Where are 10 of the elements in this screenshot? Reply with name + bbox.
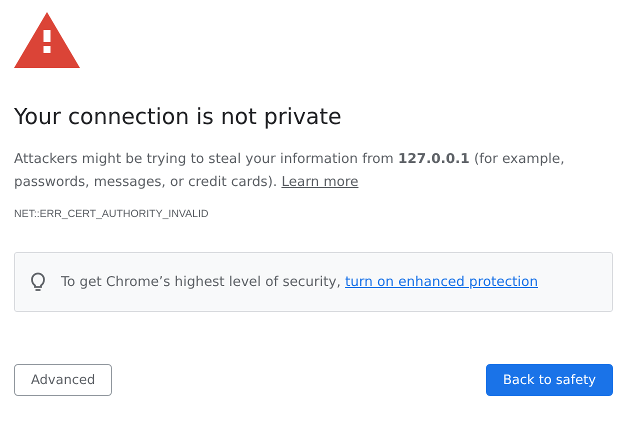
warning-message: Attackers might be trying to steal your information from 127.0.0.1 (for example, passwords, messages, or credit cards). Learn more bbox=[14, 150, 566, 192]
error-code: NET::ERR_CERT_AUTHORITY_INVALID bbox=[14, 208, 208, 220]
page-heading: Your connection is not private bbox=[14, 104, 343, 132]
warning-icon bbox=[14, 12, 80, 68]
back-to-safety-button[interactable]: Back to safety bbox=[486, 364, 613, 396]
advanced-button[interactable]: Advanced bbox=[14, 364, 112, 396]
learn-more-link[interactable]: Learn more bbox=[281, 174, 358, 190]
tip-text: To get Chrome’s highest level of security, turn on enhanced protection bbox=[61, 274, 538, 290]
lightbulb-icon bbox=[31, 272, 45, 292]
enhanced-protection-link[interactable]: turn on enhanced protection bbox=[345, 274, 538, 290]
